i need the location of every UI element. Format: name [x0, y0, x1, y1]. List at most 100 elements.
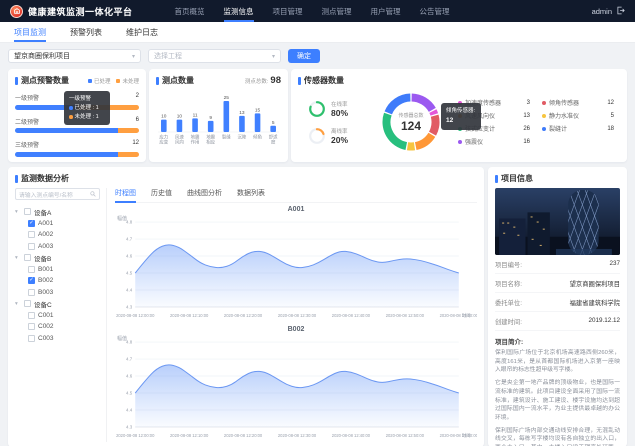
sensor-donut-wrap: 传感器总数 124 — [378, 89, 444, 155]
project-select[interactable]: 望京商圈保利项目 ▾ — [8, 49, 141, 63]
sensor-legend-item[interactable]: 加速度传感器3 — [458, 96, 530, 109]
nav-item-overview[interactable]: 首页概览 — [175, 0, 205, 22]
checkbox[interactable] — [24, 254, 31, 261]
tab-time-history[interactable]: 时程图 — [115, 188, 136, 198]
checkbox[interactable] — [24, 300, 31, 307]
checkbox[interactable] — [28, 231, 35, 238]
sensor-legend: 加速度传感器3风速风向仪13弦式应变计26强震仪16 倾角传感器12静力水准仪5裂… — [458, 96, 614, 148]
svg-text:2020-08-08 13:00:00: 2020-08-08 13:00:00 — [440, 313, 477, 318]
point-search-input[interactable]: 请输入测点编号/名称 — [15, 188, 100, 200]
nav-item-point-mgmt[interactable]: 测点管理 — [322, 0, 352, 22]
tree-node-device[interactable]: ▾设备A — [15, 206, 100, 218]
checkbox[interactable] — [28, 335, 35, 342]
title-accent-bar — [156, 77, 159, 85]
svg-text:4.8: 4.8 — [126, 220, 133, 225]
tree-node-point[interactable]: B001 — [15, 264, 100, 276]
legend-processed[interactable]: 已处理 — [88, 77, 111, 85]
sensor-legend-item[interactable]: 强震仪16 — [458, 135, 530, 148]
checkbox[interactable] — [28, 243, 35, 250]
checkbox[interactable] — [24, 208, 31, 215]
offline-ring-icon — [308, 127, 326, 145]
tree-node-point[interactable]: ✓A001 — [15, 218, 100, 230]
project-info-card: 项目信息 — [488, 167, 627, 446]
sensor-legend-item[interactable]: 静力水准仪5 — [542, 109, 614, 122]
checkbox[interactable] — [28, 266, 35, 273]
nav-item-announcement-mgmt[interactable]: 公告管理 — [420, 0, 450, 22]
title-accent-bar — [495, 175, 498, 183]
svg-text:2020-08-08 12:00:00: 2020-08-08 12:00:00 — [116, 433, 155, 438]
unprocessed-dot-icon — [116, 79, 120, 83]
sensor-legend-item[interactable]: 倾角传感器12 — [542, 96, 614, 109]
engineering-select[interactable]: 选择工程 ▾ — [148, 49, 281, 63]
project-intro-label: 项目简介: — [495, 336, 620, 346]
tree-node-point[interactable]: ✓B002 — [15, 275, 100, 287]
svg-text:2020-08-08 12:20:00: 2020-08-08 12:20:00 — [224, 313, 263, 318]
svg-text:2020-08-08 12:40:00: 2020-08-08 12:40:00 — [332, 313, 371, 318]
tree-node-device[interactable]: ▾设备B — [15, 252, 100, 264]
tab-history-values[interactable]: 历史值 — [151, 188, 172, 198]
tab-curve-analysis[interactable]: 曲线图分析 — [187, 188, 222, 198]
sensor-legend-item[interactable]: 裂缝计18 — [542, 122, 614, 135]
donut-center-label: 传感器总数 124 — [378, 89, 444, 155]
tree-node-point[interactable]: A002 — [15, 229, 100, 241]
tree-node-device[interactable]: ▾设备C — [15, 298, 100, 310]
tree-node-point[interactable]: A003 — [15, 241, 100, 253]
svg-text:2020-08-08 12:30:00: 2020-08-08 12:30:00 — [278, 313, 317, 318]
search-placeholder: 请输入测点编号/名称 — [19, 190, 73, 199]
checkbox[interactable] — [28, 289, 35, 296]
legend-unprocessed[interactable]: 未处理 — [116, 77, 139, 85]
unprocessed-bar-segment — [118, 152, 139, 157]
tab-warning-list[interactable]: 预警列表 — [70, 22, 102, 42]
top-navbar: 健康建筑监测一体化平台 首页概览 监测信息 项目管理 测点管理 用户管理 公告管… — [0, 0, 635, 22]
checkbox[interactable]: ✓ — [28, 277, 35, 284]
logo-icon — [10, 5, 23, 18]
confirm-button[interactable]: 确定 — [288, 49, 320, 63]
checkbox[interactable]: ✓ — [28, 220, 35, 227]
offline-rate-gauge: 离线率 20% — [308, 127, 362, 145]
online-ring-icon — [308, 100, 326, 118]
checkbox[interactable] — [28, 312, 35, 319]
analysis-card: 监测数据分析 请输入测点编号/名称 ▾设备A✓A001A002A003▾设备BB… — [8, 167, 484, 446]
tree-node-point[interactable]: C001 — [15, 310, 100, 322]
svg-text:2020-08-08 12:10:00: 2020-08-08 12:10:00 — [170, 433, 209, 438]
warning-row: 一级预警2 — [15, 93, 139, 110]
svg-text:沉降: 沉降 — [238, 134, 247, 141]
sensor-legend-item[interactable]: 风速风向仪13 — [458, 109, 530, 122]
username[interactable]: admin — [592, 7, 612, 16]
checkbox[interactable] — [28, 323, 35, 330]
chart-title: B002 — [115, 326, 477, 336]
tree-node-point[interactable]: B003 — [15, 287, 100, 299]
svg-text:4.4: 4.4 — [126, 407, 133, 412]
svg-text:2020-08-08 12:20:00: 2020-08-08 12:20:00 — [224, 433, 263, 438]
search-icon — [90, 191, 96, 197]
tab-project-monitoring[interactable]: 项目监测 — [14, 22, 46, 42]
app-title: 健康建筑监测一体化平台 — [28, 5, 133, 18]
title-accent-bar — [15, 175, 18, 183]
caret-icon[interactable]: ▾ — [15, 301, 21, 307]
tree-node-point[interactable]: C003 — [15, 333, 100, 345]
svg-text:4.5: 4.5 — [126, 271, 133, 276]
svg-text:4.7: 4.7 — [126, 237, 133, 242]
svg-text:倾角: 倾角 — [253, 134, 262, 141]
nav-item-monitoring-info[interactable]: 监测信息 — [224, 0, 254, 22]
caret-icon[interactable]: ▾ — [15, 255, 21, 261]
logout-icon[interactable] — [616, 6, 625, 17]
chart-title: A001 — [115, 206, 477, 216]
chart-block-b002: B002 幅值 4.34.44.54.64.74.82020-08-08 12:… — [115, 323, 477, 443]
tab-data-list[interactable]: 数据列表 — [237, 188, 265, 198]
y-axis-label: 幅值 — [117, 335, 127, 342]
sensor-legend-item[interactable]: 弦式应变计26 — [458, 122, 530, 135]
tree-node-point[interactable]: C002 — [15, 321, 100, 333]
svg-text:风向: 风向 — [175, 139, 184, 146]
unprocessed-bar-segment — [118, 128, 139, 133]
title-accent-bar — [298, 77, 301, 85]
device-tree: ▾设备A✓A001A002A003▾设备BB001✓B002B003▾设备CC0… — [15, 206, 100, 344]
nav-item-project-mgmt[interactable]: 项目管理 — [273, 0, 303, 22]
timeseries-chart-b002: 4.34.44.54.64.74.82020-08-08 12:00:00202… — [115, 336, 477, 441]
processed-dot-icon — [88, 79, 92, 83]
warning-card: 测点预警数量 已处理 未处理 一级预警2二级预警6三级预警12 一级预警 已处理… — [8, 69, 146, 162]
svg-text:4.6: 4.6 — [126, 373, 133, 378]
caret-icon[interactable]: ▾ — [15, 209, 21, 215]
tab-maintenance-log[interactable]: 维护日志 — [126, 22, 158, 42]
nav-item-user-mgmt[interactable]: 用户管理 — [371, 0, 401, 22]
